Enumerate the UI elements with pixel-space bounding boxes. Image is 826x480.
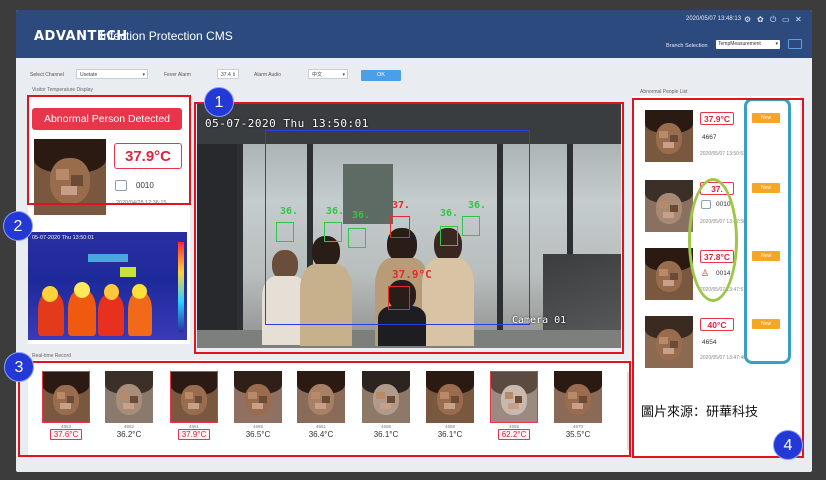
snapshot-strip-title: Real-time Record bbox=[32, 353, 71, 359]
annotation-4: 4 bbox=[773, 430, 803, 460]
annotation-2: 2 bbox=[3, 211, 33, 241]
channel-select-value: Usetate bbox=[80, 72, 98, 78]
branch-selection-label: Branch Selection bbox=[666, 43, 708, 49]
alarm-audio-value: 中文 bbox=[312, 72, 323, 78]
stepper-icon: ⇕ bbox=[231, 72, 236, 78]
control-bar: Select Channel Usetate ▾ Fever Alarm 37.… bbox=[16, 62, 812, 84]
minimize-icon[interactable]: ▭ bbox=[782, 15, 790, 24]
app-title: Infection Protection CMS bbox=[100, 29, 233, 43]
highlight-box-2 bbox=[194, 102, 624, 354]
monitor-icon[interactable] bbox=[788, 39, 802, 49]
highlight-box-4 bbox=[632, 98, 804, 458]
channel-label: Select Channel bbox=[30, 72, 64, 78]
thermal-camera-view bbox=[28, 232, 187, 340]
annotation-1: 1 bbox=[204, 87, 234, 117]
annotation-3: 3 bbox=[4, 352, 34, 382]
logout-icon[interactable]: ⏻ bbox=[770, 15, 776, 25]
settings-icon[interactable]: ⚙ bbox=[744, 15, 751, 24]
chevron-down-icon: ▾ bbox=[342, 72, 345, 78]
highlight-box-1 bbox=[27, 95, 191, 205]
thermal-timestamp: 05-07-2020 Thu 13:50:01 bbox=[32, 235, 94, 241]
app-header: ADVANTECH Infection Protection CMS 2020/… bbox=[16, 10, 812, 58]
abnormal-list-title: Abnormal People List bbox=[640, 89, 688, 95]
chevron-down-icon: ▾ bbox=[775, 41, 778, 47]
fever-threshold-value: 37.4 bbox=[221, 72, 231, 78]
fever-threshold-stepper[interactable]: 37.4 ⇕ bbox=[217, 69, 239, 79]
channel-select[interactable]: Usetate ▾ bbox=[76, 69, 148, 79]
fever-alarm-label: Fever Alarm bbox=[164, 72, 191, 78]
header-datetime: 2020/05/07 13:48:13 bbox=[686, 16, 742, 22]
gear-icon[interactable]: ✿ bbox=[757, 15, 764, 24]
alarm-audio-label: Alarm Audio bbox=[254, 72, 281, 78]
ok-button[interactable]: OK bbox=[361, 70, 401, 81]
branch-select[interactable]: TempMeasurement ▾ bbox=[716, 40, 780, 49]
highlight-box-3 bbox=[18, 361, 631, 457]
visitor-panel-title: Visitor Temperature Display bbox=[32, 87, 93, 93]
chevron-down-icon: ▾ bbox=[142, 72, 145, 78]
close-icon[interactable]: ✕ bbox=[795, 15, 802, 24]
alarm-audio-select[interactable]: 中文 ▾ bbox=[308, 69, 348, 79]
branch-select-value: TempMeasurement bbox=[718, 41, 761, 47]
